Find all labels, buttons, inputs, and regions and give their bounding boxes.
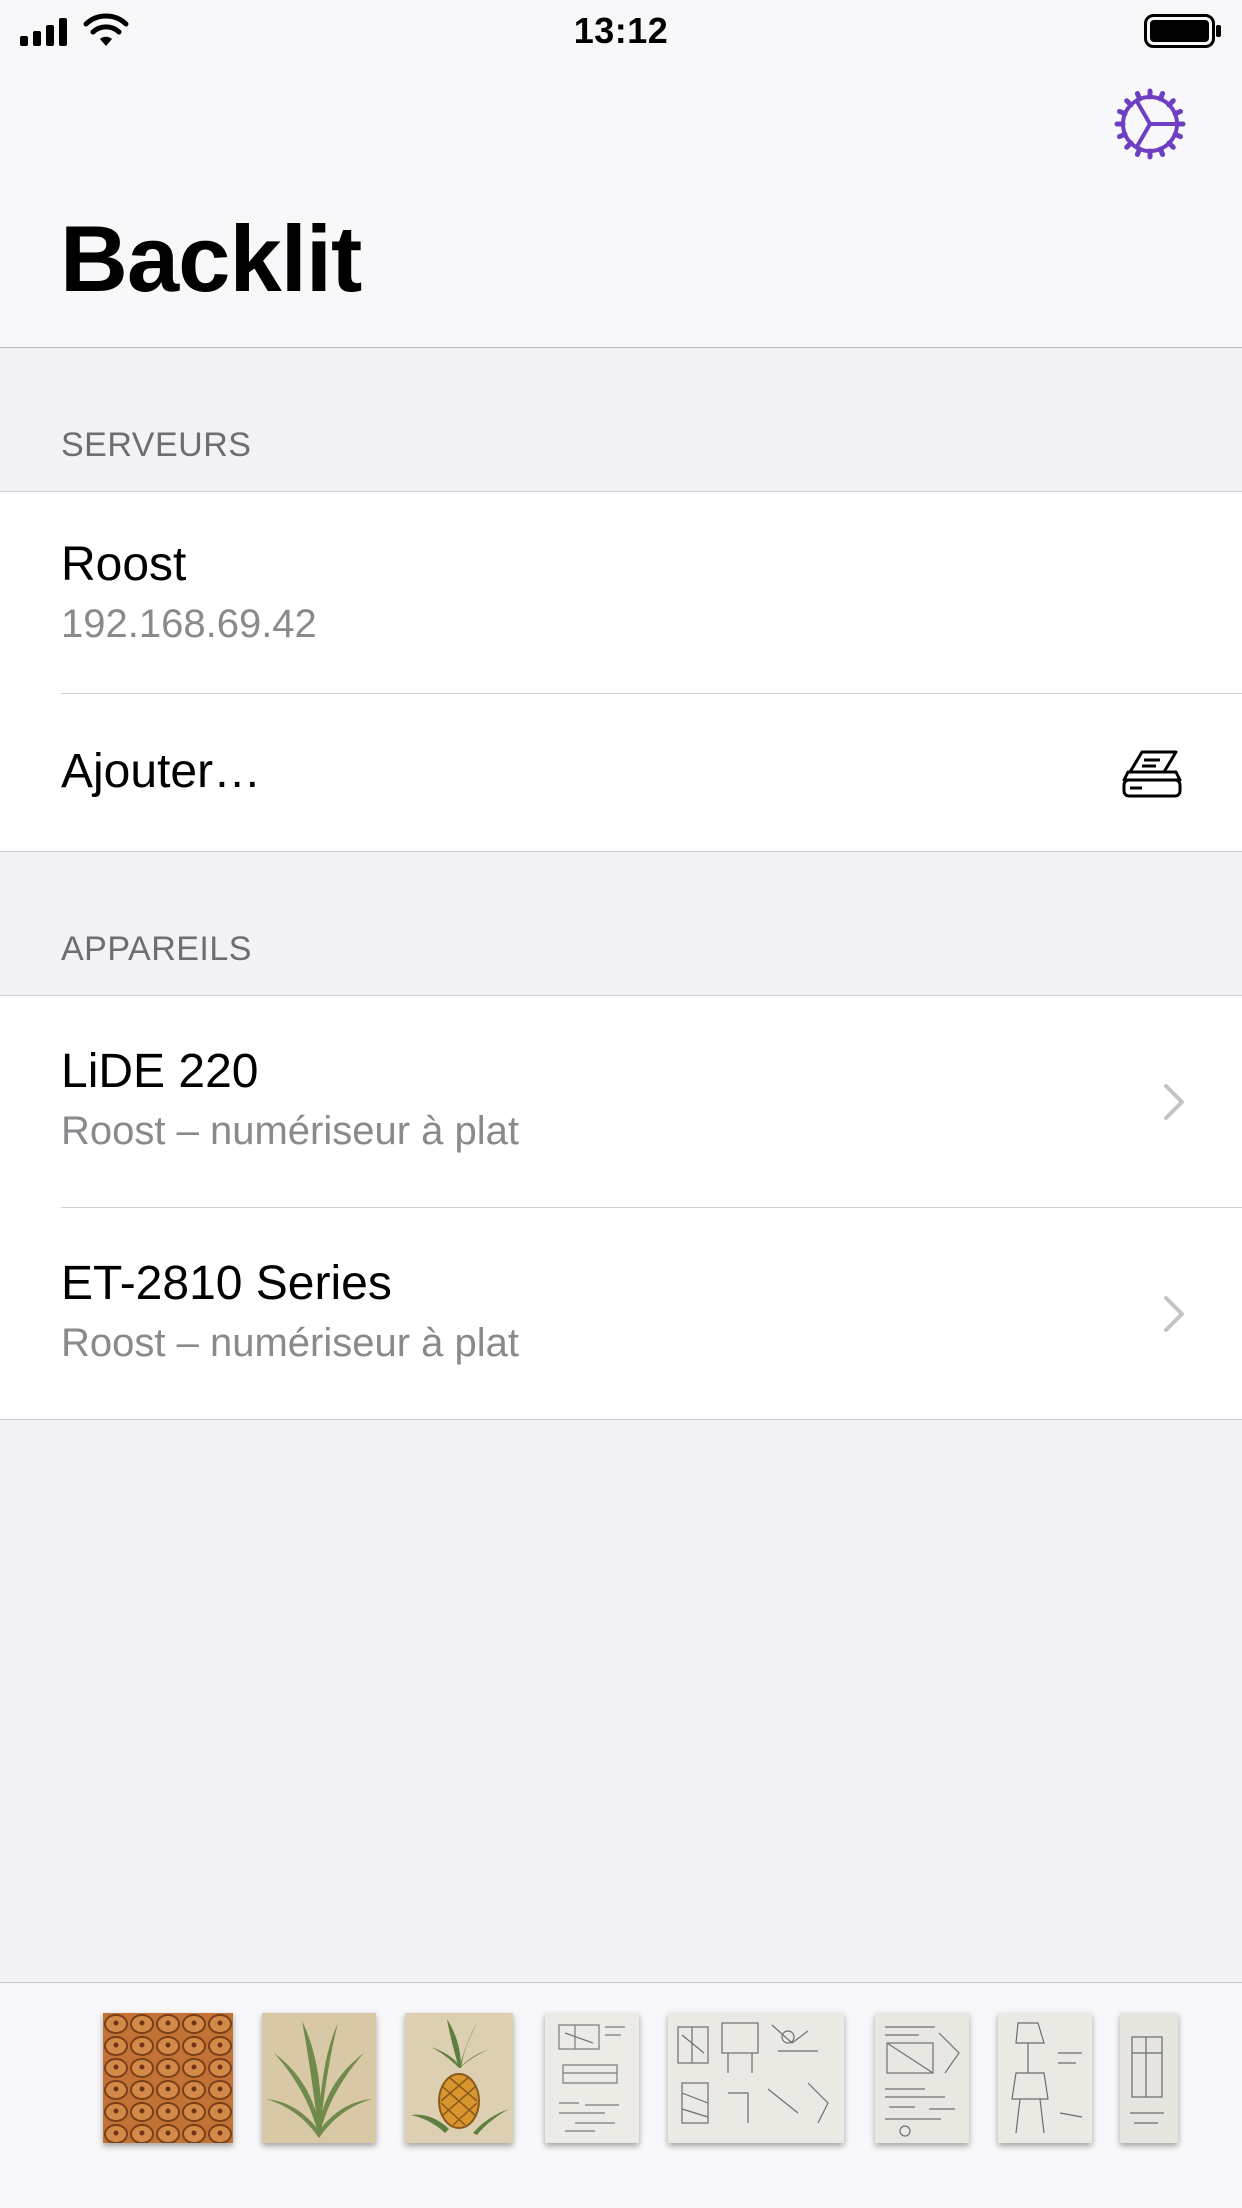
device-name: LiDE 220 [61, 1045, 259, 1098]
device-name: ET-2810 Series [61, 1257, 392, 1310]
device-description: Roost – numériseur à plat [61, 1109, 520, 1153]
scanner-icon [1122, 750, 1182, 798]
thumbnail-sketch[interactable] [1120, 2013, 1178, 2143]
device-row-et-2810[interactable]: ET-2810 Series Roost – numériseur à plat [0, 1208, 1242, 1420]
chevron-right-icon [1164, 1296, 1184, 1332]
server-name: Roost [61, 538, 187, 591]
thumbnail-pineapple-plant[interactable] [262, 2013, 376, 2143]
thumbnail-sketch[interactable] [875, 2013, 969, 2143]
page-title: Backlit [60, 206, 362, 311]
server-address: 192.168.69.42 [61, 602, 317, 646]
status-bar: 13:12 [0, 0, 1242, 62]
navigation-header: Backlit [0, 62, 1242, 348]
devices-group: LiDE 220 Roost – numériseur à plat ET-28… [0, 996, 1242, 1420]
section-label-devices: APPAREILS [61, 930, 252, 968]
section-header-devices: APPAREILS [0, 852, 1242, 996]
add-server-row[interactable]: Ajouter… [0, 694, 1242, 852]
server-row-roost[interactable]: Roost 192.168.69.42 [0, 492, 1242, 694]
thumbnail-sketch[interactable] [668, 2013, 844, 2143]
section-label-servers: SERVEURS [61, 426, 252, 464]
status-time: 13:12 [573, 10, 669, 51]
section-header-servers: SERVEURS [0, 348, 1242, 492]
servers-group: Roost 192.168.69.42 Ajouter… [0, 492, 1242, 852]
gear-icon[interactable] [1114, 88, 1186, 160]
chevron-right-icon [1164, 1084, 1184, 1120]
device-row-lide-220[interactable]: LiDE 220 Roost – numériseur à plat [0, 996, 1242, 1208]
scan-thumbnail-strip [0, 1982, 1242, 2208]
add-server-label: Ajouter… [61, 745, 262, 798]
thumbnail-pineapple-fruit[interactable] [405, 2013, 513, 2143]
thumbnail-sketch[interactable] [998, 2013, 1092, 2143]
thumbnail-sketch[interactable] [545, 2013, 639, 2143]
thumbnail-pineapple-skin[interactable] [103, 2013, 233, 2143]
battery-icon [1144, 14, 1221, 48]
device-description: Roost – numériseur à plat [61, 1321, 520, 1365]
